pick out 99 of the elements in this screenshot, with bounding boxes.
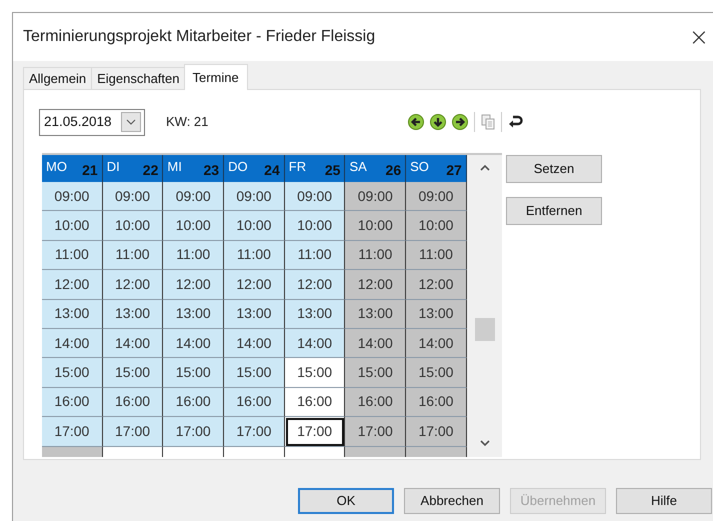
time-cell[interactable]: 10:00: [42, 211, 103, 241]
time-cell[interactable]: 16:00: [224, 388, 285, 418]
time-cell[interactable]: 17:00: [224, 417, 285, 447]
time-cell[interactable]: 16:00: [345, 388, 406, 418]
day-number: 23: [203, 161, 220, 180]
time-cell[interactable]: 15:00: [42, 358, 103, 388]
time-cell[interactable]: 14:00: [345, 328, 406, 358]
action-button[interactable]: Setzen: [506, 155, 602, 183]
time-cell[interactable]: 14:00: [102, 328, 164, 358]
time-cell[interactable]: 09:00: [102, 182, 164, 212]
time-cell[interactable]: 09:00: [42, 182, 103, 212]
day-number: 27: [446, 161, 462, 180]
day-label: SA: [349, 158, 367, 176]
time-cell[interactable]: 09:00: [224, 182, 285, 212]
time-cell[interactable]: 11:00: [102, 240, 164, 270]
time-cell[interactable]: 11:00: [224, 240, 285, 270]
time-cell[interactable]: 16:00: [102, 388, 164, 418]
day-label: FR: [288, 158, 306, 176]
time-cell[interactable]: 13:00: [406, 300, 467, 329]
time-cell[interactable]: 16:00: [284, 388, 346, 418]
time-cell[interactable]: 16:00: [163, 388, 224, 418]
time-cell[interactable]: 10:00: [284, 211, 346, 241]
time-cell[interactable]: 09:00: [163, 182, 224, 212]
right-arrow-icon[interactable]: [452, 114, 468, 130]
time-cell[interactable]: 15:00: [163, 358, 224, 388]
day-number: 22: [142, 161, 158, 180]
time-cell[interactable]: 10:00: [163, 211, 224, 241]
time-cell[interactable]: 11:00: [406, 240, 467, 270]
scroll-down-icon[interactable]: [480, 440, 490, 447]
time-cell[interactable]: 17:00: [345, 417, 406, 447]
time-cell[interactable]: 12:00: [345, 270, 406, 300]
dropdown-button[interactable]: [121, 112, 141, 132]
time-cell[interactable]: 17:00: [102, 417, 164, 447]
week-label: KW: 21: [166, 113, 208, 132]
time-cell[interactable]: 14:00: [163, 328, 224, 358]
time-cell[interactable]: 10:00: [406, 211, 467, 241]
scrollbar[interactable]: [467, 155, 502, 457]
time-cell[interactable]: 17:00: [42, 417, 103, 447]
time-cell[interactable]: 17:00: [406, 417, 467, 447]
tab[interactable]: Eigenschaften: [91, 67, 186, 89]
tab[interactable]: Allgemein: [23, 67, 92, 89]
day-label: SO: [410, 158, 429, 176]
copy-icon[interactable]: [481, 114, 496, 130]
time-cell[interactable]: 13:00: [284, 300, 346, 329]
time-cell[interactable]: 14:00: [224, 328, 285, 358]
scroll-up-icon[interactable]: [480, 164, 490, 171]
dialog-button[interactable]: OK: [298, 488, 394, 514]
left-arrow-icon[interactable]: [408, 114, 424, 130]
time-cell[interactable]: 09:00: [406, 182, 467, 212]
time-cell[interactable]: 09:00: [345, 182, 406, 212]
time-cell[interactable]: 14:00: [406, 328, 467, 358]
time-cell[interactable]: 15:00: [284, 358, 346, 388]
time-cell[interactable]: 15:00: [102, 358, 164, 388]
time-cell[interactable]: 11:00: [42, 240, 103, 270]
time-cell[interactable]: 12:00: [406, 270, 467, 300]
time-cell[interactable]: 15:00: [345, 358, 406, 388]
time-cell[interactable]: 11:00: [345, 240, 406, 270]
time-cell[interactable]: 15:00: [406, 358, 467, 388]
time-cell[interactable]: 11:00: [163, 240, 224, 270]
time-cell[interactable]: 13:00: [42, 300, 103, 329]
dialog-button[interactable]: Hilfe: [616, 488, 712, 514]
time-cell[interactable]: 12:00: [284, 270, 346, 300]
chevron-down-icon: [126, 119, 136, 125]
time-cell[interactable]: 12:00: [224, 270, 285, 300]
time-cell[interactable]: 17:00: [284, 417, 346, 447]
date-field[interactable]: 21.05.2018: [39, 108, 145, 136]
day-number: 26: [386, 161, 402, 180]
time-cell[interactable]: 12:00: [102, 270, 164, 300]
tab[interactable]: Termine: [184, 64, 248, 90]
time-cell[interactable]: 11:00: [284, 240, 346, 270]
undo-icon[interactable]: [508, 115, 524, 129]
time-cell[interactable]: 13:00: [163, 300, 224, 329]
time-cell[interactable]: 13:00: [102, 300, 164, 329]
time-cell[interactable]: 10:00: [345, 211, 406, 241]
day-number: 25: [324, 161, 340, 180]
day-label: MI: [167, 158, 182, 176]
time-cell[interactable]: 12:00: [163, 270, 224, 300]
time-cell[interactable]: 10:00: [102, 211, 164, 241]
time-cell[interactable]: 13:00: [224, 300, 285, 329]
time-cell[interactable]: 14:00: [42, 328, 103, 358]
day-label: DO: [228, 158, 248, 176]
time-cell[interactable]: 17:00: [163, 417, 224, 447]
time-cell[interactable]: 16:00: [406, 388, 467, 418]
day-label: MO: [46, 158, 67, 176]
day-label: DI: [106, 158, 120, 176]
scrollbar-thumb[interactable]: [475, 318, 495, 341]
dialog-button[interactable]: Abbrechen: [404, 488, 500, 514]
time-cell[interactable]: 14:00: [284, 328, 346, 358]
time-cell[interactable]: 16:00: [42, 388, 103, 418]
close-button[interactable]: ×: [688, 25, 709, 49]
time-cell[interactable]: 13:00: [345, 300, 406, 329]
window-title: Terminierungsprojekt Mitarbeiter - Frieder Fleissig: [23, 27, 376, 47]
time-cell[interactable]: 15:00: [224, 358, 285, 388]
time-cell[interactable]: 09:00: [284, 182, 346, 212]
day-number: 21: [82, 161, 98, 180]
time-cell[interactable]: 10:00: [224, 211, 285, 241]
action-button[interactable]: Entfernen: [506, 197, 602, 225]
time-cell[interactable]: 12:00: [42, 270, 103, 300]
day-number: 24: [264, 161, 280, 180]
